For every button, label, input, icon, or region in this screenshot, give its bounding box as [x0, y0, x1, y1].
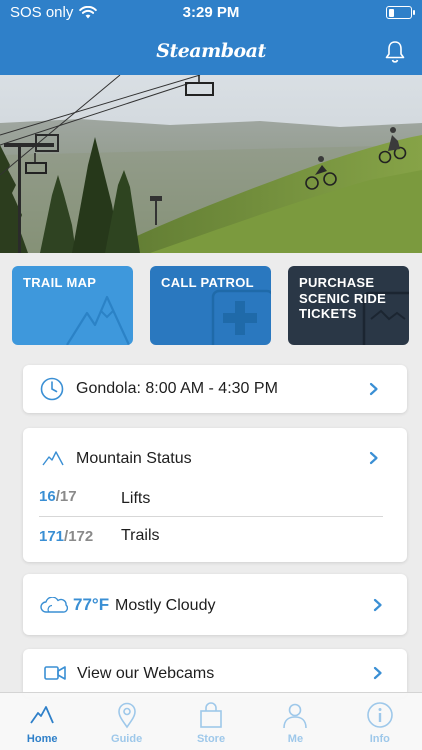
call-patrol-label: CALL PATROL	[161, 275, 254, 290]
tab-store[interactable]: Store	[169, 693, 253, 750]
clock-icon	[40, 377, 64, 401]
tab-guide-label: Guide	[111, 733, 143, 745]
app-header: SOS only 3:29 PM Steamboat	[0, 0, 422, 75]
info-icon	[367, 702, 393, 728]
call-patrol-tile[interactable]: CALL PATROL	[150, 266, 271, 345]
tab-info-label: Info	[369, 733, 390, 745]
mountain-icon	[30, 706, 55, 724]
mountain-status-title: Mountain Status	[76, 450, 192, 467]
video-camera-icon	[44, 666, 66, 680]
webcams-text: View our Webcams	[77, 665, 215, 682]
chevron-right-icon[interactable]	[369, 451, 379, 465]
quick-action-tiles: TRAIL MAP CALL PATROL PURCHASE SCENIC RI…	[12, 266, 410, 345]
person-icon	[283, 703, 308, 729]
trail-map-tile[interactable]: TRAIL MAP	[12, 266, 133, 345]
tab-info[interactable]: Info	[338, 693, 422, 750]
tab-home-label: Home	[26, 733, 58, 745]
gondola-hours-text: Gondola: 8:00 AM - 4:30 PM	[76, 380, 278, 397]
lifts-total: /17	[55, 488, 77, 505]
trails-count: 171/172	[39, 528, 93, 545]
scenic-ride-tickets-label: PURCHASE SCENIC RIDE TICKETS	[299, 275, 387, 321]
weather-temperature: 77°F	[73, 595, 110, 614]
battery-icon	[386, 6, 415, 19]
chevron-right-icon[interactable]	[373, 598, 383, 612]
mountain-status-header[interactable]: Mountain Status	[23, 428, 407, 488]
mountain-icon	[42, 451, 64, 466]
bell-icon[interactable]	[384, 40, 406, 64]
mountain-icon	[66, 295, 130, 345]
gondola-hours-card[interactable]: Gondola: 8:00 AM - 4:30 PM	[23, 365, 407, 413]
trail-map-label: TRAIL MAP	[23, 275, 97, 290]
weather-card[interactable]: 77°F Mostly Cloudy	[23, 574, 407, 635]
plus-cross-icon	[211, 289, 271, 345]
mountain-status-card: Mountain Status 16/17 Lifts 171/172 Trai…	[23, 428, 407, 562]
tab-me-label: Me	[287, 733, 304, 745]
mountain-bike-photo	[0, 75, 422, 253]
tab-me[interactable]: Me	[253, 693, 337, 750]
divider	[39, 516, 383, 517]
tab-home[interactable]: Home	[0, 693, 84, 750]
lifts-label: Lifts	[121, 490, 151, 507]
lifts-count: 16/17	[39, 488, 77, 505]
steamboat-logo: Steamboat	[156, 40, 266, 62]
status-bar: SOS only 3:29 PM	[0, 0, 422, 26]
map-pin-icon	[117, 702, 136, 729]
bottom-tab-bar: Home Guide Store Me Info	[0, 692, 422, 750]
shopping-bag-icon	[200, 702, 222, 728]
scenic-ride-tickets-tile[interactable]: PURCHASE SCENIC RIDE TICKETS	[288, 266, 409, 345]
chevron-right-icon[interactable]	[369, 382, 379, 396]
cloud-icon	[40, 597, 68, 613]
hero-image	[0, 75, 422, 253]
trails-open: 171	[39, 528, 65, 545]
chevron-right-icon[interactable]	[373, 666, 383, 680]
weather-condition: Mostly Cloudy	[115, 597, 216, 614]
status-time: 3:29 PM	[182, 4, 240, 21]
lifts-open: 16	[39, 488, 56, 505]
tab-guide[interactable]: Guide	[84, 693, 168, 750]
trails-total: /172	[64, 528, 94, 545]
webcams-card[interactable]: View our Webcams	[23, 649, 407, 697]
trails-label: Trails	[121, 527, 160, 544]
tab-store-label: Store	[196, 733, 226, 745]
